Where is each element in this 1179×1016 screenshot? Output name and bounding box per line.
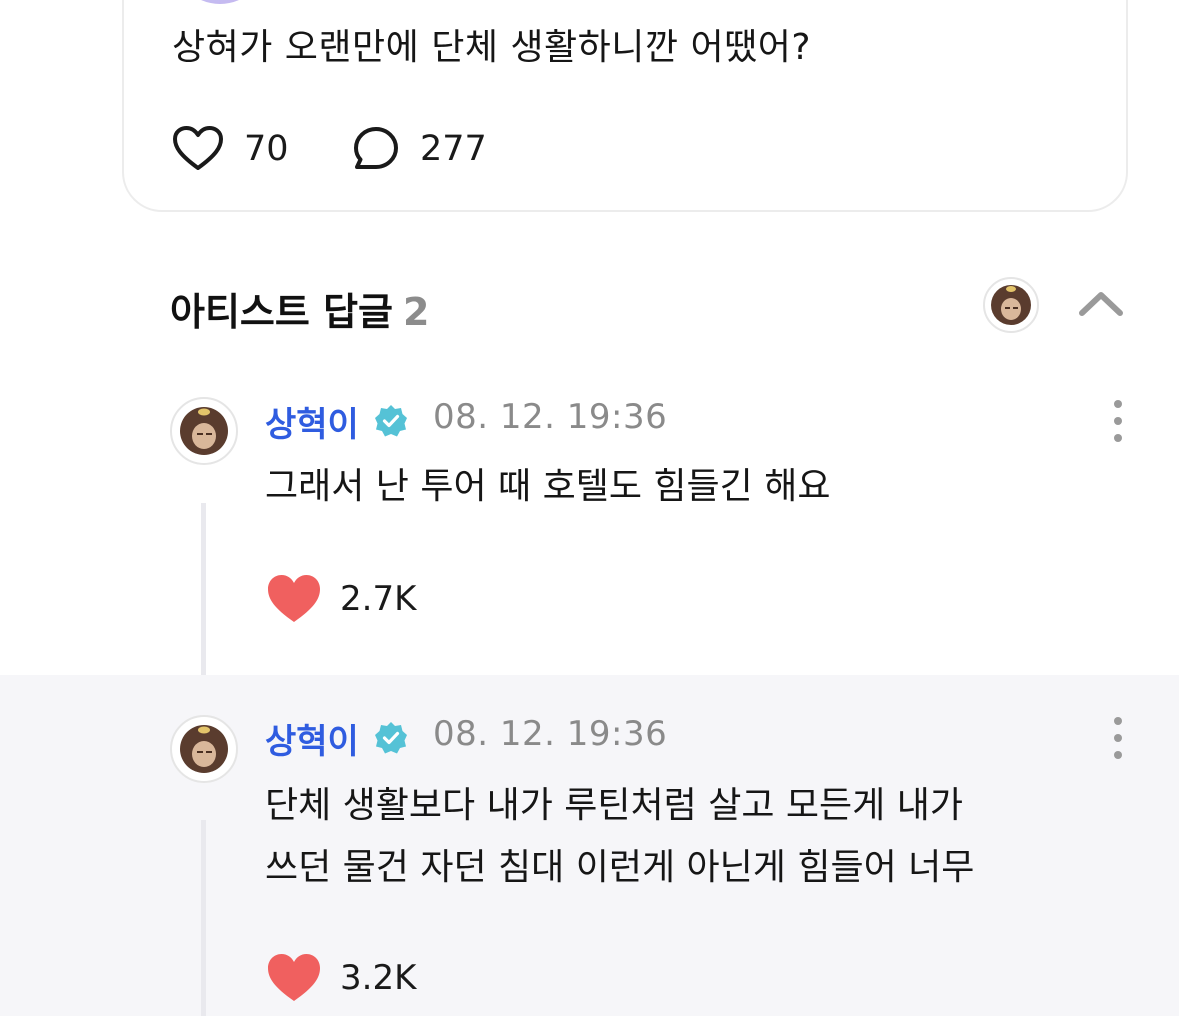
reply-like-count: 2.7K (340, 579, 417, 619)
verified-badge-icon (375, 405, 407, 437)
reply-like-count: 3.2K (340, 958, 417, 998)
poster-avatar[interactable] (172, 0, 268, 4)
verified-badge-icon (375, 722, 407, 754)
reply-text-line: 단체 생활보다 내가 루틴처럼 살고 모든게 내가 (265, 785, 963, 826)
reply-author[interactable]: 상혁이 (265, 714, 359, 763)
thread-line (201, 820, 206, 1016)
heart-filled-icon (268, 575, 320, 622)
reply-text-line: 그래서 난 투어 때 호텔도 힘들긴 해요 (265, 466, 831, 507)
artist-replies-count: 2 (403, 290, 430, 334)
reply-timestamp: 08. 12. 19:36 (433, 397, 668, 437)
heart-outline-icon (173, 126, 223, 170)
more-vertical-icon[interactable] (1112, 400, 1124, 442)
reply-text-line: 쓰던 물건 자던 침대 이런게 아닌게 힘들어 너무 (265, 847, 975, 888)
more-vertical-icon[interactable] (1112, 717, 1124, 759)
speech-bubble-icon (354, 127, 398, 169)
reply-avatar[interactable] (170, 715, 238, 783)
heart-filled-icon (268, 954, 320, 1001)
post-text: 상혀가 오랜만에 단체 생활하니깐 어땠어? (172, 27, 811, 68)
artist-replies-heading: 아티스트 답글 2 (170, 281, 429, 336)
thread-line (201, 503, 206, 675)
reply-like-button[interactable]: 2.7K (266, 571, 416, 627)
artist-avatar-small[interactable] (983, 277, 1039, 333)
reply-like-button[interactable]: 3.2K (266, 950, 416, 1006)
reply-timestamp: 08. 12. 19:36 (433, 714, 668, 754)
post-comment-button[interactable]: 277 (352, 124, 487, 174)
reply-text: 그래서 난 투어 때 호텔도 힘들긴 해요 (265, 456, 830, 518)
reply-text: 단체 생활보다 내가 루틴처럼 살고 모든게 내가 쓰던 물건 자던 침대 이런… (265, 775, 974, 899)
reply-author[interactable]: 상혁이 (265, 397, 359, 446)
post-like-count: 70 (244, 129, 289, 169)
chevron-up-icon[interactable] (1076, 283, 1126, 323)
post-comment-count: 277 (420, 129, 487, 169)
reply-avatar[interactable] (170, 397, 238, 465)
artist-replies-title: 아티스트 답글 (170, 290, 393, 334)
post-like-button[interactable]: 70 (172, 124, 289, 174)
